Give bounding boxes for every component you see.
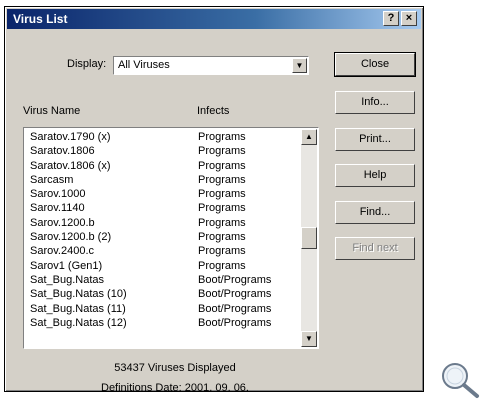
list-item[interactable]: Sat_Bug.Natas (11) Boot/Programs — [24, 302, 300, 316]
infects-cell: Boot/Programs — [198, 288, 272, 301]
list-item[interactable]: Sarov.2400.c Programs — [24, 244, 300, 258]
infects-cell: Programs — [198, 216, 246, 229]
virus-name-cell: Sarov.1200.b — [30, 216, 95, 229]
display-select[interactable]: All Viruses ▼ — [113, 56, 309, 75]
infects-cell: Boot/Programs — [198, 302, 272, 315]
infects-cell: Boot/Programs — [198, 273, 272, 286]
scrollbar-thumb[interactable] — [301, 227, 317, 249]
infects-cell: Programs — [198, 259, 246, 272]
virus-name-cell: Sarov1 (Gen1) — [30, 259, 103, 272]
find-next-button-label: Find next — [352, 242, 398, 254]
virus-name-cell: Saratov.1806 — [30, 145, 95, 158]
list-item[interactable]: Saratov.1806 Programs — [24, 144, 300, 158]
virus-name-cell: Saratov.1790 (x) — [30, 131, 111, 143]
help-button-label: Help — [363, 169, 387, 181]
infects-cell: Programs — [198, 131, 246, 143]
close-title-button[interactable]: × — [401, 11, 417, 26]
virus-name-cell: Sarov.1000 — [30, 188, 86, 201]
scroll-down-icon[interactable]: ▼ — [301, 331, 317, 347]
column-header-infects[interactable]: Infects — [197, 105, 229, 117]
virus-list-dialog: Virus List ? × Display: All Viruses ▼ Vi… — [4, 6, 424, 394]
scroll-up-icon[interactable]: ▲ — [301, 129, 317, 145]
window-title: Virus List — [13, 12, 68, 26]
list-item[interactable]: Saratov.1806 (x) Programs — [24, 159, 300, 173]
find-button[interactable]: Find... — [335, 201, 415, 224]
virus-name-cell: Sarcasm — [30, 173, 74, 186]
list-item[interactable]: Sat_Bug.Natas (10) Boot/Programs — [24, 287, 300, 301]
display-label: Display: — [67, 58, 107, 70]
virus-count: 53437 Viruses Displayed — [114, 362, 236, 374]
print-button[interactable]: Print... — [335, 128, 415, 151]
definitions-date: Definitions Date: 2001. 09. 06. — [101, 382, 249, 394]
help-button[interactable]: Help — [335, 164, 415, 187]
list-item[interactable]: Saratov.1790 (x) Programs — [24, 130, 300, 144]
display-select-value: All Viruses — [118, 59, 170, 71]
vertical-scrollbar[interactable]: ▲ ▼ — [301, 129, 317, 347]
virus-rows: Saratov.1790 (x) Programs Saratov.1806 Prog… — [24, 130, 300, 330]
print-button-label: Print... — [359, 133, 391, 145]
close-button-label: Close — [360, 58, 390, 70]
virus-name-cell: Sarov.2400.c — [30, 245, 95, 258]
list-item[interactable]: Sarov1 (Gen1) Programs — [24, 259, 300, 273]
infects-cell: Programs — [198, 173, 246, 186]
virus-name-cell: Sat_Bug.Natas (11) — [30, 302, 126, 315]
magnifier-icon[interactable] — [437, 360, 489, 403]
list-item[interactable]: Sarcasm Programs — [24, 173, 300, 187]
infects-cell: Programs — [198, 145, 246, 158]
infects-cell: Programs — [198, 202, 246, 215]
title-bar[interactable]: Virus List ? × — [7, 9, 421, 29]
chevron-down-icon[interactable]: ▼ — [292, 58, 307, 73]
help-title-button[interactable]: ? — [383, 11, 399, 26]
virus-name-cell: Sarov.1200.b (2) — [30, 231, 112, 244]
info-button[interactable]: Info... — [335, 91, 415, 114]
virus-name-cell: Sat_Bug.Natas (10) — [30, 288, 127, 301]
info-button-label: Info... — [361, 96, 389, 108]
list-item[interactable]: Sat_Bug.Natas (12) Boot/Programs — [24, 316, 300, 330]
list-item[interactable]: Sarov.1000 Programs — [24, 187, 300, 201]
virus-name-cell: Sat_Bug.Natas (12) — [30, 316, 127, 329]
find-button-label: Find... — [359, 206, 391, 218]
list-item[interactable]: Sarov.1140 Programs — [24, 201, 300, 215]
virus-listbox[interactable]: Saratov.1790 (x) Programs Saratov.1806 Prog… — [23, 127, 319, 349]
list-item[interactable]: Sarov.1200.b Programs — [24, 216, 300, 230]
infects-cell: Programs — [198, 245, 246, 258]
list-item[interactable]: Sarov.1200.b (2) Programs — [24, 230, 300, 244]
infects-cell: Programs — [198, 188, 246, 201]
infects-cell: Programs — [198, 231, 246, 244]
infects-cell: Boot/Programs — [198, 316, 272, 329]
column-header-name[interactable]: Virus Name — [23, 105, 80, 117]
list-item[interactable]: Sat_Bug.Natas Boot/Programs — [24, 273, 300, 287]
infects-cell: Programs — [198, 159, 246, 172]
find-next-button[interactable]: Find next — [335, 237, 415, 260]
virus-name-cell: Saratov.1806 (x) — [30, 159, 111, 172]
close-button[interactable]: Close — [334, 52, 416, 77]
virus-name-cell: Sat_Bug.Natas — [30, 273, 104, 286]
virus-name-cell: Sarov.1140 — [30, 202, 85, 215]
